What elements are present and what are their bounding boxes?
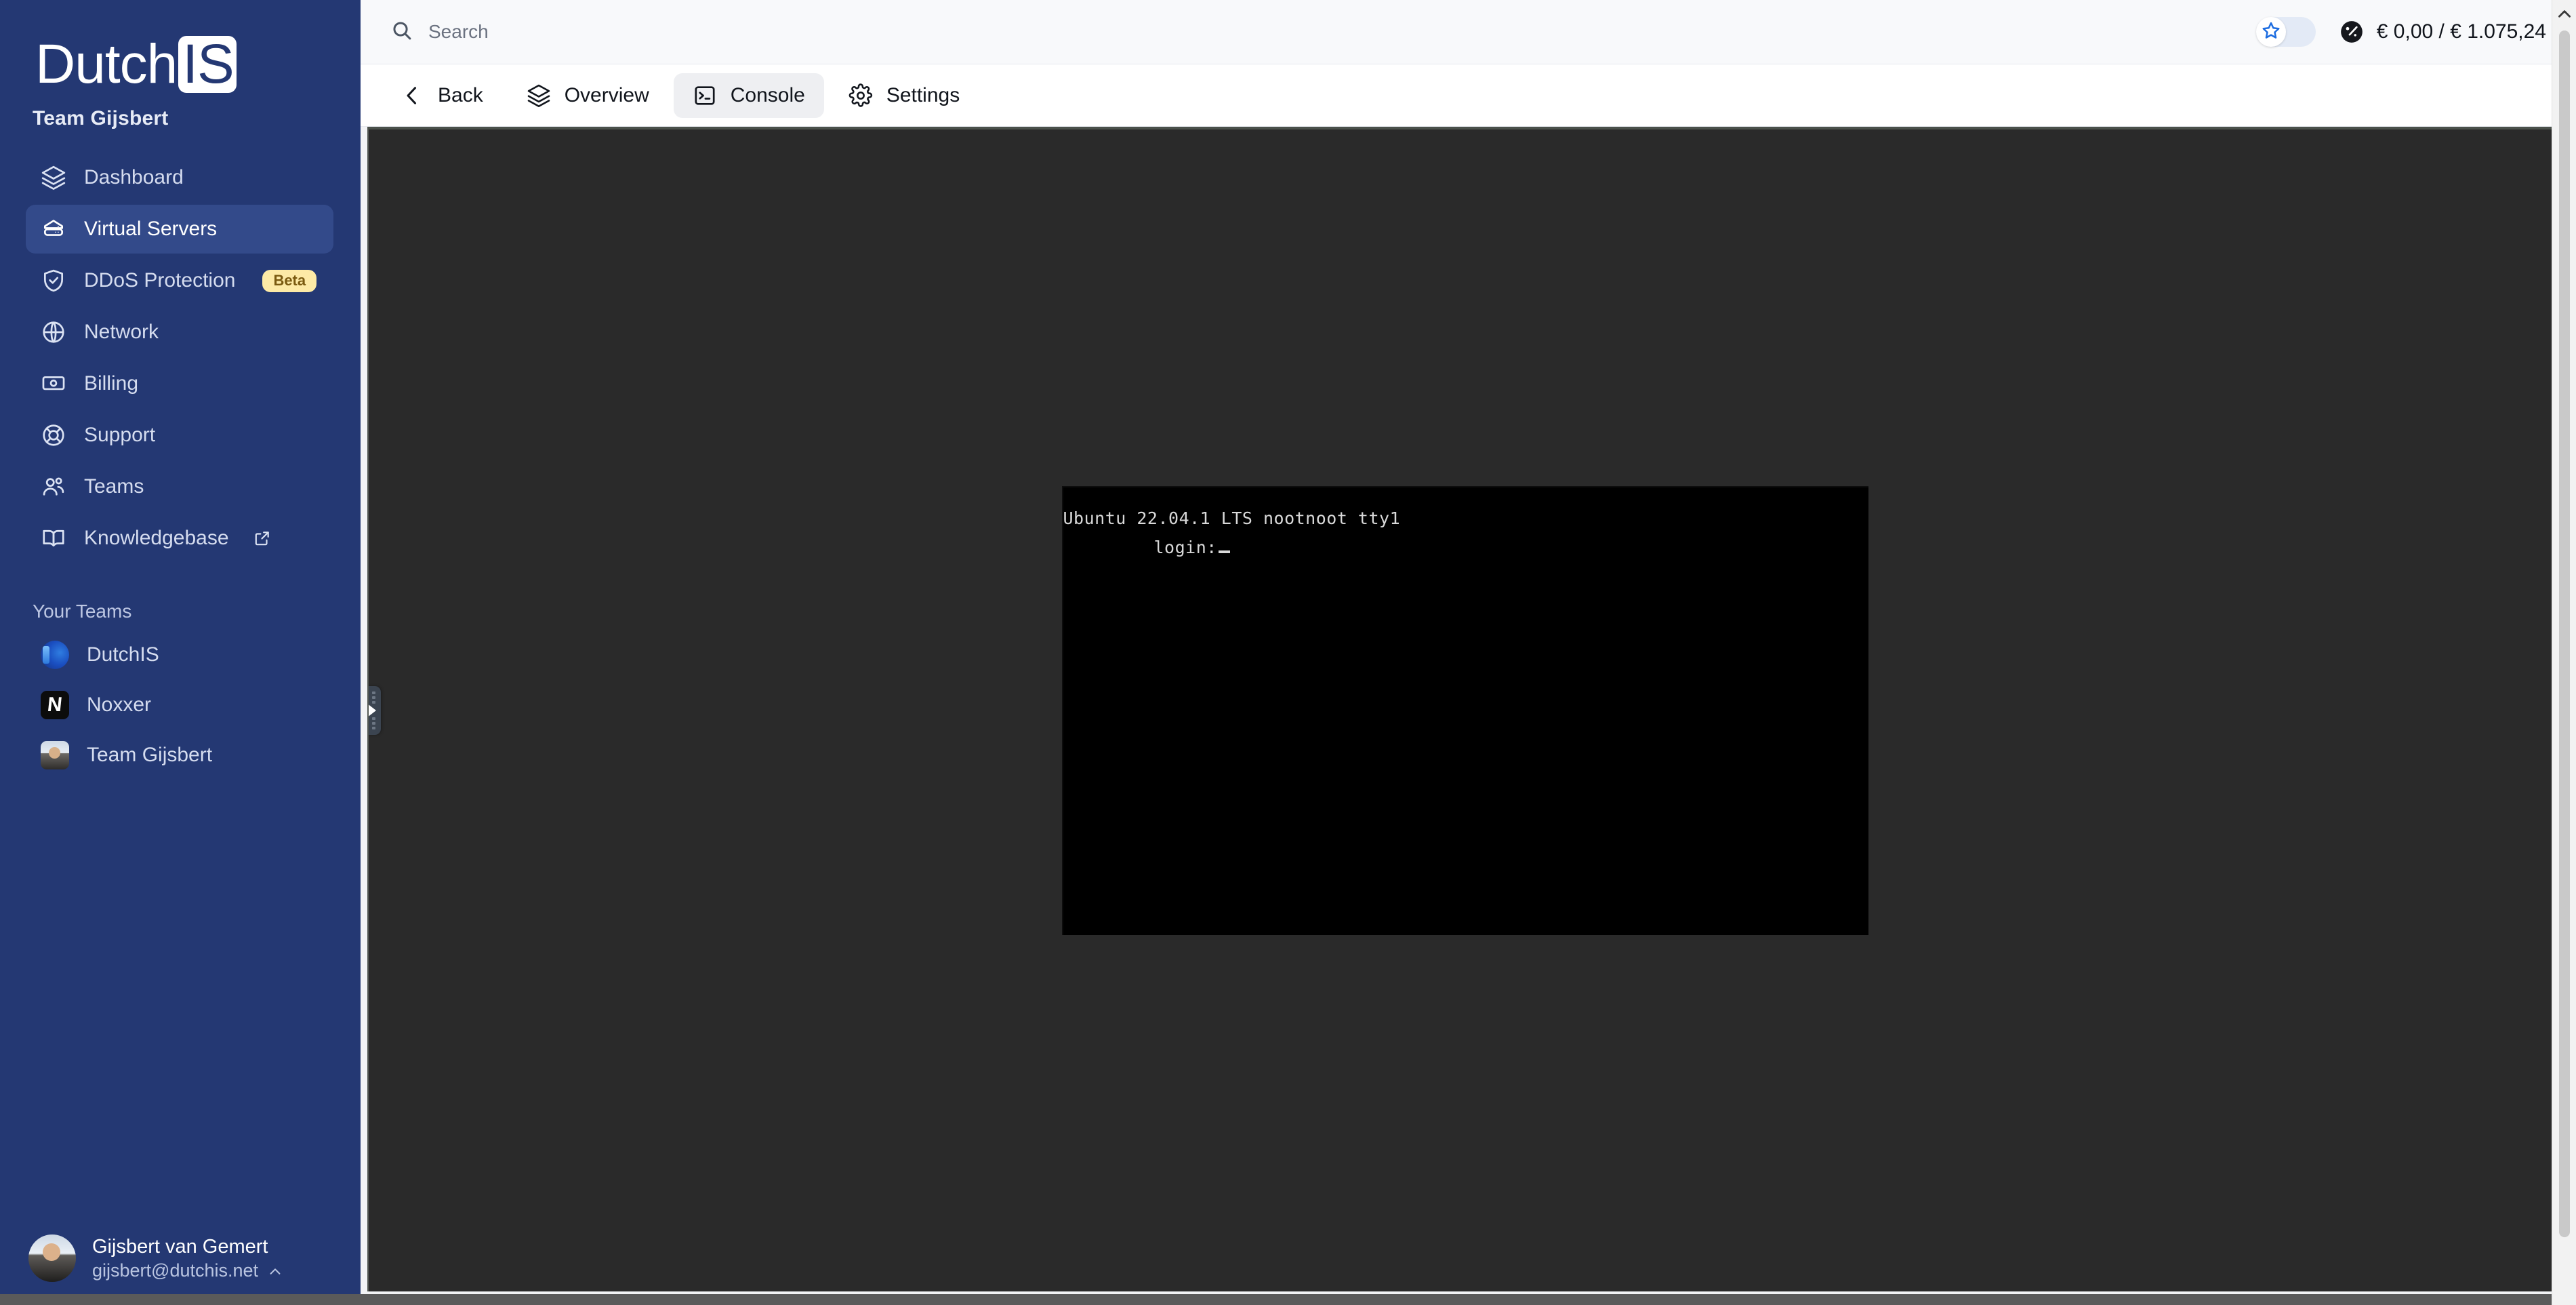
sidebar-nav: Dashboard Virtual Servers DDoS Protectio… bbox=[0, 150, 361, 565]
dutchis-logo-avatar bbox=[41, 641, 69, 669]
sidebar-item-label: Virtual Servers bbox=[84, 218, 218, 240]
brand-mark: IS bbox=[178, 35, 237, 94]
current-team-title: Team Gijsbert bbox=[33, 107, 169, 129]
sidebar-item-label: Support bbox=[84, 424, 156, 446]
teams-list: DutchIS N Noxxer Team Gijsbert bbox=[0, 629, 361, 781]
credit-balance[interactable]: € 0,00 / € 1.075,24 bbox=[2339, 19, 2546, 45]
sidebar-item-label: Billing bbox=[84, 372, 139, 395]
terminal-icon bbox=[693, 83, 717, 108]
search-icon bbox=[390, 19, 413, 45]
tab-label: Overview bbox=[564, 83, 649, 106]
sidebar-collapse-handle[interactable] bbox=[369, 686, 381, 735]
team-item-team-gijsbert[interactable]: Team Gijsbert bbox=[26, 731, 333, 780]
sidebar-item-knowledgebase[interactable]: Knowledgebase bbox=[26, 514, 333, 563]
chevron-up-icon bbox=[268, 1263, 283, 1278]
window-bottom-strip bbox=[0, 1294, 2552, 1305]
search-box[interactable] bbox=[390, 19, 2256, 45]
sidebar: Dutch IS Team Gijsbert Dashboard Virtual… bbox=[0, 0, 361, 1305]
banknote-icon bbox=[41, 371, 66, 397]
scrollbar-thumb[interactable] bbox=[2558, 31, 2570, 1237]
expand-arrow-icon bbox=[369, 704, 376, 717]
tab-console[interactable]: Console bbox=[673, 73, 824, 118]
tab-label: Console bbox=[730, 83, 805, 106]
tab-label: Settings bbox=[886, 83, 960, 106]
topbar: € 0,00 / € 1.075,24 bbox=[361, 0, 2576, 64]
globe-icon bbox=[41, 319, 66, 345]
gauge-icon bbox=[2339, 19, 2365, 45]
sidebar-item-label: Knowledgebase bbox=[84, 527, 229, 549]
terminal-login-prompt: login: bbox=[1153, 538, 1217, 557]
chevron-left-icon bbox=[400, 83, 424, 108]
team-item-label: Team Gijsbert bbox=[87, 744, 213, 766]
app-root: Dutch IS Team Gijsbert Dashboard Virtual… bbox=[0, 0, 2576, 1305]
tab-settings[interactable]: Settings bbox=[830, 73, 979, 118]
terminal-cursor bbox=[1218, 550, 1230, 553]
sidebar-item-label: Dashboard bbox=[84, 166, 184, 188]
terminal-line-banner: Ubuntu 22.04.1 LTS nootnoot tty1 bbox=[1063, 508, 1401, 528]
resource-tabbar: Back Overview Console Settings bbox=[361, 64, 2576, 127]
sidebar-item-label: Teams bbox=[84, 475, 144, 498]
status-badge-beta: Beta bbox=[262, 269, 317, 292]
external-link-icon bbox=[253, 529, 271, 547]
user-email: gijsbert@dutchis.net bbox=[92, 1260, 259, 1281]
sidebar-item-label: Network bbox=[84, 321, 159, 343]
sidebar-item-label: DDoS Protection bbox=[84, 269, 236, 292]
brand-logo[interactable]: Dutch IS bbox=[0, 0, 361, 102]
book-icon bbox=[41, 525, 66, 551]
team-item-label: DutchIS bbox=[87, 643, 159, 666]
team-item-noxxer[interactable]: N Noxxer bbox=[26, 681, 333, 729]
users-icon bbox=[41, 474, 66, 500]
user-name: Gijsbert van Gemert bbox=[92, 1235, 268, 1258]
terminal-line-login: login: bbox=[1062, 533, 1868, 562]
main-area: € 0,00 / € 1.075,24 Back Overview bbox=[361, 0, 2576, 1305]
search-input[interactable] bbox=[428, 21, 781, 43]
grip-dots-top bbox=[369, 691, 377, 704]
sidebar-item-ddos-protection[interactable]: DDoS Protection Beta bbox=[26, 256, 333, 305]
team-gijsbert-photo-avatar bbox=[41, 741, 69, 769]
team-item-label: Noxxer bbox=[87, 694, 152, 716]
life-ring-icon bbox=[41, 422, 66, 448]
console-viewport[interactable]: Ubuntu 22.04.1 LTS nootnoot tty1 login: bbox=[367, 127, 2561, 1291]
shield-check-icon bbox=[41, 268, 66, 294]
star-icon bbox=[2261, 20, 2281, 44]
server-icon bbox=[41, 216, 66, 242]
favorites-toggle[interactable] bbox=[2255, 17, 2316, 47]
sidebar-item-dashboard[interactable]: Dashboard bbox=[26, 153, 333, 202]
sidebar-item-teams[interactable]: Teams bbox=[26, 462, 333, 511]
vnc-terminal-screen[interactable]: Ubuntu 22.04.1 LTS nootnoot tty1 login: bbox=[1061, 486, 1868, 935]
sidebar-item-virtual-servers[interactable]: Virtual Servers bbox=[26, 205, 333, 254]
topbar-right: € 0,00 / € 1.075,24 bbox=[2255, 17, 2561, 47]
back-button[interactable]: Back bbox=[381, 73, 502, 118]
credit-amount: € 0,00 / € 1.075,24 bbox=[2376, 20, 2546, 43]
noxxer-logo-avatar: N bbox=[41, 691, 69, 719]
brand-name: Dutch bbox=[35, 33, 178, 95]
team-item-dutchis[interactable]: DutchIS bbox=[26, 630, 333, 679]
sidebar-item-network[interactable]: Network bbox=[26, 308, 333, 357]
sidebar-item-billing[interactable]: Billing bbox=[26, 359, 333, 408]
grip-dots-bottom bbox=[369, 717, 377, 729]
tab-label: Back bbox=[438, 83, 483, 106]
tab-overview[interactable]: Overview bbox=[508, 73, 668, 118]
layers-icon bbox=[527, 83, 551, 108]
scroll-up-arrow-icon[interactable] bbox=[2556, 5, 2573, 26]
your-teams-section-label: Your Teams bbox=[33, 601, 132, 622]
layers-icon bbox=[41, 165, 66, 190]
console-panel: Ubuntu 22.04.1 LTS nootnoot tty1 login: bbox=[361, 127, 2576, 1305]
sidebar-item-support[interactable]: Support bbox=[26, 411, 333, 460]
gear-icon bbox=[849, 83, 873, 108]
toggle-knob bbox=[2255, 17, 2286, 47]
avatar bbox=[28, 1234, 76, 1282]
page-scrollbar[interactable] bbox=[2552, 0, 2576, 1305]
